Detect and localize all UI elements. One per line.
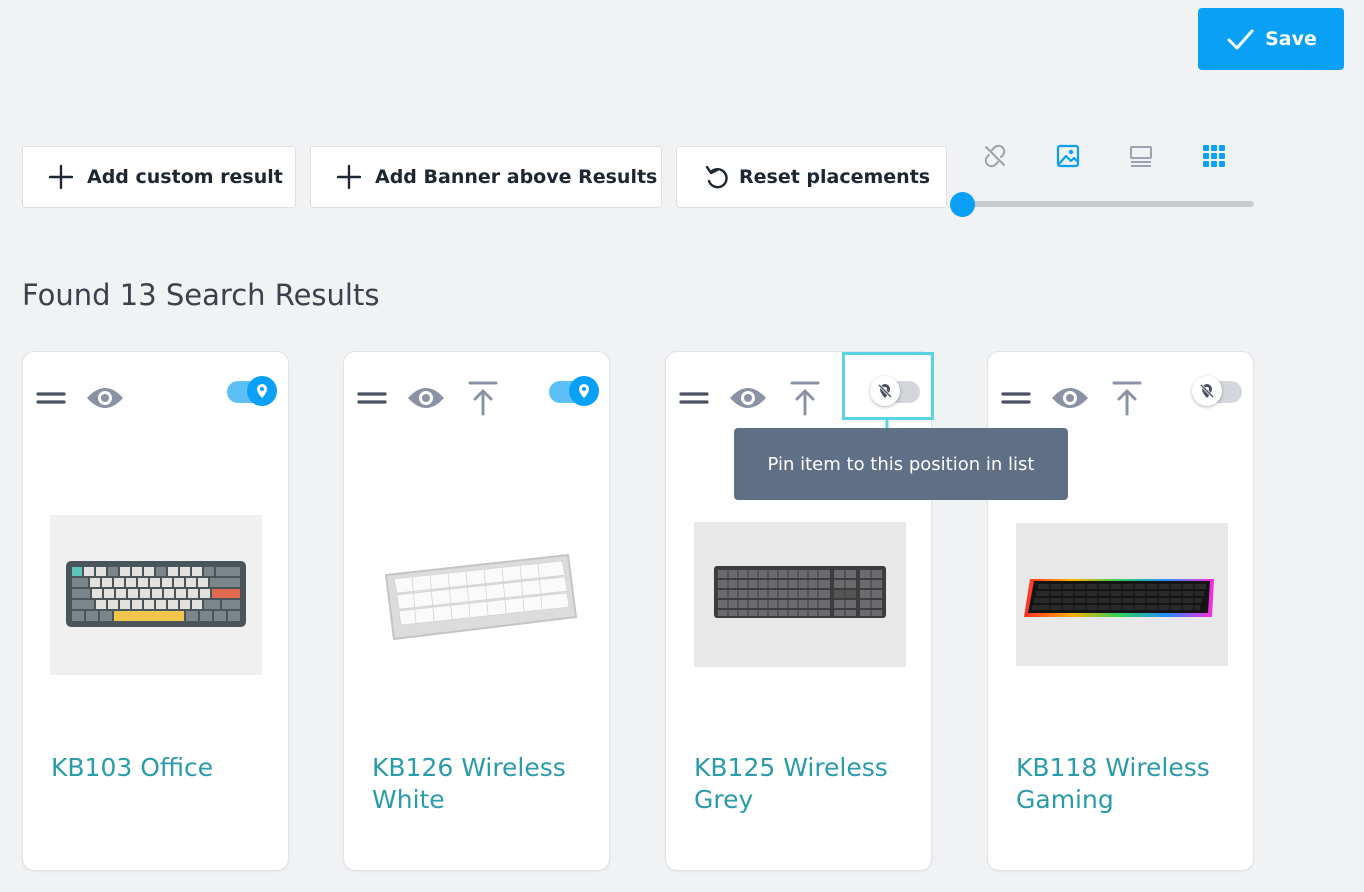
undo-icon [705,165,728,189]
check-icon [1227,29,1254,50]
product-name-link[interactable]: KB125 Wireless Grey [694,752,914,816]
pin-icon [569,376,599,406]
save-label: Save [1265,28,1317,50]
product-name-link[interactable]: KB103 Office [51,752,271,784]
list-view-icon[interactable] [1127,142,1155,170]
grid-size-slider-track[interactable] [962,201,1254,207]
pin-off-icon [1192,376,1222,406]
add-banner-button[interactable]: Add Banner above Results [310,146,662,208]
pin-toggle[interactable] [1192,376,1244,406]
eye-icon[interactable] [406,384,446,412]
pin-icon [247,376,277,406]
pin-toggle[interactable] [870,376,922,406]
pin-toggle[interactable] [549,376,599,406]
pin-off-icon [870,376,900,406]
product-name-link[interactable]: KB126 Wireless White [372,752,592,816]
product-image [50,515,262,675]
drag-handle-icon[interactable] [679,388,709,408]
grid-view-icon[interactable] [1200,142,1228,170]
move-to-top-icon[interactable] [790,380,820,416]
plus-icon [48,164,74,190]
add-banner-label: Add Banner above Results [375,166,658,188]
eye-icon[interactable] [85,384,125,412]
result-card: KB103 Office [22,351,289,871]
eye-icon[interactable] [728,384,768,412]
results-count-title: Found 13 Search Results [22,278,380,312]
reset-placements-button[interactable]: Reset placements [676,146,947,208]
product-image [1016,523,1228,666]
result-card: KB126 Wireless White [343,351,610,871]
reset-placements-label: Reset placements [739,166,931,188]
pin-toggle[interactable] [227,376,277,406]
drag-handle-icon[interactable] [357,388,387,408]
pin-tooltip-text: Pin item to this position in list [767,453,1035,475]
grid-size-slider-thumb[interactable] [950,192,975,217]
add-custom-result-label: Add custom result [87,166,283,188]
save-button[interactable]: Save [1198,8,1344,70]
drag-handle-icon[interactable] [36,388,66,408]
add-custom-result-button[interactable]: Add custom result [22,146,296,208]
product-name-link[interactable]: KB118 Wireless Gaming [1016,752,1236,816]
product-image [694,522,906,667]
move-to-top-icon[interactable] [1112,380,1142,416]
link-off-icon[interactable] [981,142,1009,170]
drag-handle-icon[interactable] [1001,388,1031,408]
product-image [372,527,584,667]
plus-icon [336,164,362,190]
move-to-top-icon[interactable] [468,380,498,416]
eye-icon[interactable] [1050,384,1090,412]
pin-tooltip: Pin item to this position in list [734,428,1068,500]
image-icon[interactable] [1054,142,1082,170]
